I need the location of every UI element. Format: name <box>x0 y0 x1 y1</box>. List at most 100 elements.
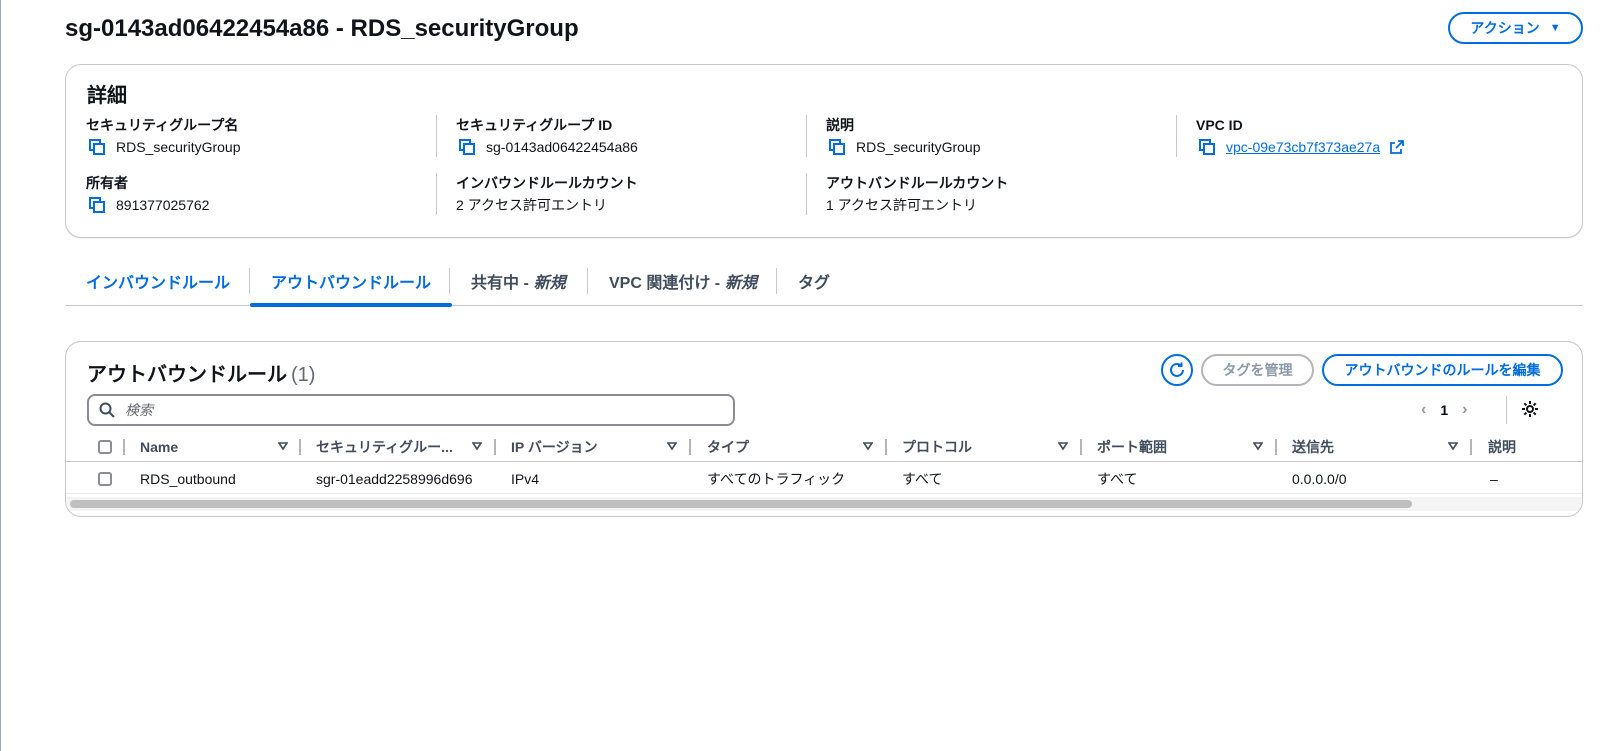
pagination: ‹ 1 › <box>1421 394 1467 426</box>
field-value: 2 アクセス許可エントリ <box>456 197 607 213</box>
actions-button[interactable]: アクション ▼ <box>1448 12 1583 44</box>
column-header-ip-version[interactable]: IP バージョン <box>511 432 677 462</box>
field-vpc-id: VPC ID vpc-09e73cb7f373ae27a <box>1196 115 1546 159</box>
sort-icon[interactable] <box>472 441 482 451</box>
copy-icon[interactable] <box>1196 137 1218 157</box>
copy-icon[interactable] <box>86 195 108 215</box>
column-separator <box>299 439 301 455</box>
tab-vpc-associations[interactable]: VPC 関連付け - 新規 <box>588 256 778 305</box>
column-header-label: プロトコル <box>902 439 972 455</box>
column-header-label: 送信先 <box>1292 439 1334 455</box>
column-divider <box>436 115 437 157</box>
field-value-row: sg-0143ad06422454a86 <box>456 136 806 158</box>
column-separator <box>885 439 887 455</box>
column-separator <box>123 439 125 455</box>
tab-outbound-rules[interactable]: アウトバウンドルール <box>250 256 453 307</box>
cell-sgr-id: sgr-01eadd2258996d696 <box>316 470 473 487</box>
row-checkbox[interactable] <box>98 471 112 486</box>
field-value: RDS_securityGroup <box>116 139 241 155</box>
field-sg-name: セキュリティグループ名 RDS_securityGroup <box>86 115 436 159</box>
refresh-button[interactable] <box>1161 354 1193 386</box>
page-title: sg-0143ad06422454a86 - RDS_securityGroup <box>65 15 579 42</box>
field-inbound-count: インバウンドルールカウント 2 アクセス許可エントリ <box>456 173 806 217</box>
sort-icon[interactable] <box>1448 441 1458 451</box>
tab-new-badge: 新規 <box>533 274 566 292</box>
table-row[interactable]: RDS_outbound sgr-01eadd2258996d696 IPv4 … <box>66 463 1582 494</box>
field-label: 説明 <box>826 117 854 133</box>
search-field[interactable] <box>87 394 735 426</box>
field-value: sg-0143ad06422454a86 <box>486 139 638 155</box>
details-heading: 詳細 <box>87 85 127 107</box>
table-header: Name セキュリティグルー... IP バージョン タイプ プロトコル ポート… <box>66 432 1582 462</box>
copy-icon[interactable] <box>86 137 108 157</box>
column-divider <box>806 173 807 215</box>
column-header-description[interactable]: 説明 <box>1488 432 1548 462</box>
field-label: セキュリティグループ名 <box>86 117 239 133</box>
field-value: 891377025762 <box>116 197 210 213</box>
tab-label: VPC 関連付け - <box>609 274 721 292</box>
field-label: セキュリティグループ ID <box>456 117 613 133</box>
field-value-row: RDS_securityGroup <box>826 136 1176 158</box>
sort-icon[interactable] <box>1253 441 1263 451</box>
manage-tags-button[interactable]: タグを管理 <box>1201 354 1314 386</box>
field-label: 所有者 <box>86 175 128 191</box>
cell-protocol: すべて <box>902 470 943 487</box>
caret-down-icon: ▼ <box>1549 22 1561 34</box>
pagination-divider <box>1506 396 1507 424</box>
vpc-link[interactable]: vpc-09e73cb7f373ae27a <box>1226 136 1380 158</box>
copy-icon[interactable] <box>456 137 478 157</box>
column-separator <box>1275 439 1277 455</box>
column-header-name[interactable]: Name <box>140 432 288 462</box>
rules-heading: アウトバウンドルール (1) <box>87 358 315 387</box>
cell-description: – <box>1490 470 1498 487</box>
column-header-protocol[interactable]: プロトコル <box>902 432 1068 462</box>
chevron-left-icon[interactable]: ‹ <box>1421 401 1426 419</box>
cell-name: RDS_outbound <box>140 470 236 487</box>
column-header-destination[interactable]: 送信先 <box>1292 432 1458 462</box>
column-separator <box>494 439 496 455</box>
column-header-label: 説明 <box>1488 439 1516 455</box>
sort-icon[interactable] <box>278 441 288 451</box>
sort-icon[interactable] <box>863 441 873 451</box>
details-panel: 詳細 セキュリティグループ名 RDS_securityGroup セキュリティグ… <box>65 64 1583 238</box>
column-header-port-range[interactable]: ポート範囲 <box>1097 432 1263 462</box>
tab-inbound-rules[interactable]: インバウンドルール <box>65 256 251 305</box>
cell-ip-version: IPv4 <box>511 470 540 487</box>
tab-sharing[interactable]: 共有中 - 新規 <box>450 256 587 305</box>
field-outbound-count: アウトバンドルールカウント 1 アクセス許可エントリ <box>826 173 1176 217</box>
select-all-checkbox-cell <box>98 432 113 462</box>
tab-label: インバウンドルール <box>86 274 231 292</box>
field-description: 説明 RDS_securityGroup <box>826 115 1176 159</box>
column-header-label: IP バージョン <box>511 439 598 455</box>
field-sg-id: セキュリティグループ ID sg-0143ad06422454a86 <box>456 115 806 159</box>
column-header-label: タイプ <box>707 439 749 455</box>
field-value: 1 アクセス許可エントリ <box>826 197 977 213</box>
column-header-type[interactable]: タイプ <box>707 432 873 462</box>
gear-icon[interactable] <box>1521 400 1539 423</box>
column-header-label: セキュリティグルー... <box>316 439 453 455</box>
rules-title: アウトバウンドルール <box>87 364 287 386</box>
copy-icon[interactable] <box>826 137 848 157</box>
page-number[interactable]: 1 <box>1440 402 1448 418</box>
tab-bar: インバウンドルール アウトバウンドルール 共有中 - 新規 VPC 関連付け -… <box>65 256 1583 307</box>
external-link-icon[interactable] <box>1390 140 1405 154</box>
horizontal-scrollbar[interactable] <box>70 500 1412 508</box>
chevron-right-icon[interactable]: › <box>1462 401 1467 419</box>
sort-icon[interactable] <box>1058 441 1068 451</box>
column-header-sg-rule[interactable]: セキュリティグルー... <box>316 432 482 462</box>
tab-tags[interactable]: タグ <box>777 256 851 305</box>
actions-button-label: アクション <box>1470 20 1540 36</box>
field-label: インバウンドルールカウント <box>456 175 638 191</box>
sort-icon[interactable] <box>667 441 677 451</box>
field-label: VPC ID <box>1196 117 1243 133</box>
tab-label: アウトバウンドルール <box>271 274 432 292</box>
column-divider <box>1176 115 1177 157</box>
select-all-checkbox[interactable] <box>98 440 112 454</box>
column-header-label: ポート範囲 <box>1097 439 1167 455</box>
column-separator <box>1470 439 1472 455</box>
edit-outbound-rules-button[interactable]: アウトバウンドのルールを編集 <box>1322 354 1563 386</box>
field-value-row: vpc-09e73cb7f373ae27a <box>1196 136 1546 158</box>
field-value-row: 891377025762 <box>86 194 436 216</box>
search-input[interactable] <box>125 402 705 418</box>
rules-count: (1) <box>291 364 316 386</box>
